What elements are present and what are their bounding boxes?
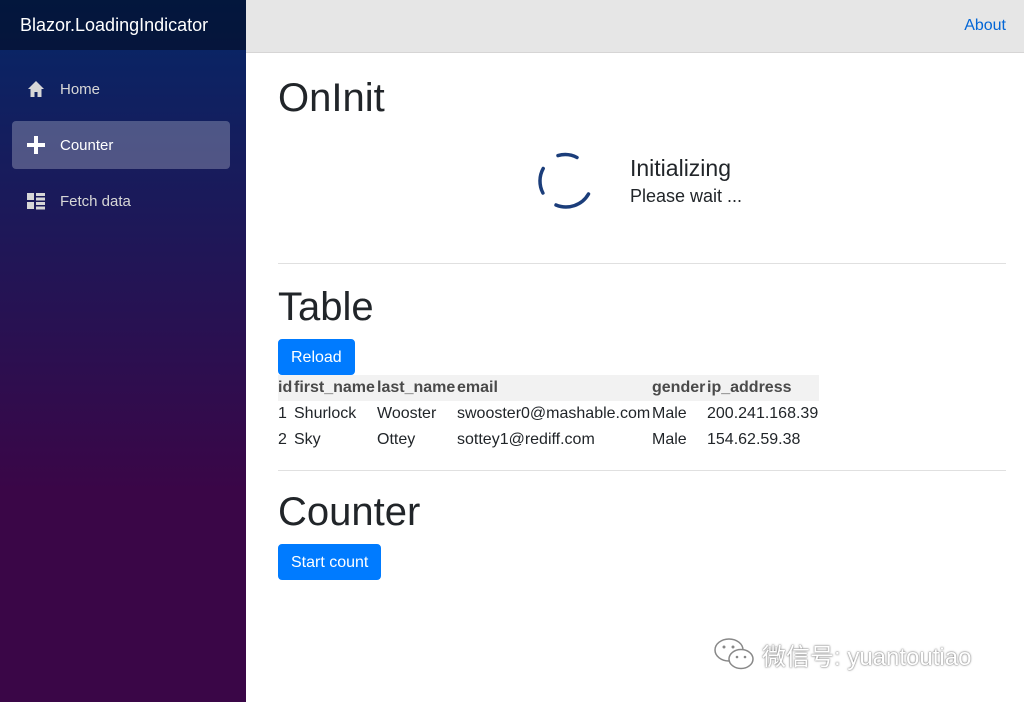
table-cell: sottey1@rediff.com xyxy=(457,431,595,448)
table-cell: 154.62.59.38 xyxy=(707,431,801,448)
data-table: id first_name last_name email gender ip_… xyxy=(278,375,819,453)
loading-indicator: Initializing Please wait ... xyxy=(278,122,1006,240)
column-header: gender xyxy=(652,375,707,401)
sidebar-item-fetch-data[interactable]: Fetch data xyxy=(12,177,230,225)
table-cell: Male xyxy=(652,405,687,422)
table-cell: 2 xyxy=(278,431,287,448)
table-cell: Shurlock xyxy=(294,405,357,422)
wechat-icon xyxy=(714,638,754,670)
list-icon xyxy=(26,191,46,211)
loading-subtitle: Please wait ... xyxy=(630,186,743,206)
top-bar: About xyxy=(246,0,1024,53)
sidebar-item-counter[interactable]: Counter xyxy=(12,121,230,169)
watermark-text: 微信号: yuantoutiao xyxy=(762,643,972,671)
brand-title[interactable]: Blazor.LoadingIndicator xyxy=(20,15,208,36)
sidebar-item-label: Home xyxy=(60,80,101,98)
table-cell: 1 xyxy=(278,405,287,422)
loading-text: Initializing Please wait ... xyxy=(630,153,742,209)
plus-icon xyxy=(26,135,46,155)
sidebar-item-label: Counter xyxy=(60,136,114,154)
column-header: ip_address xyxy=(707,375,819,401)
table-heading: Table xyxy=(278,285,374,329)
loading-title: Initializing xyxy=(630,155,731,181)
column-header: last_name xyxy=(377,375,457,401)
sidebar: Blazor.LoadingIndicator Home Counter Fet… xyxy=(0,0,246,702)
spinner-icon xyxy=(538,152,591,209)
table-row: 1 Shurlock Wooster swooster0@mashable.co… xyxy=(278,401,819,427)
table-cell: Male xyxy=(652,431,687,448)
table-cell: swooster0@mashable.com xyxy=(457,405,651,422)
table-header-row: id first_name last_name email gender ip_… xyxy=(278,375,819,401)
column-header: id xyxy=(278,375,294,401)
sidebar-item-home[interactable]: Home xyxy=(12,65,230,113)
watermark: 微信号: yuantoutiao xyxy=(712,636,971,672)
table-cell: Ottey xyxy=(377,431,416,448)
main-content: OnInit Initializing Please wait ... Tabl… xyxy=(278,53,1006,580)
table-cell: Wooster xyxy=(377,405,437,422)
nav-menu: Home Counter Fetch data xyxy=(0,50,246,225)
oninit-heading: OnInit xyxy=(278,76,385,120)
table-row: 2 Sky Ottey sottey1@rediff.com Male 154.… xyxy=(278,427,819,453)
brand-bar: Blazor.LoadingIndicator xyxy=(0,0,246,50)
divider xyxy=(278,263,1006,264)
table-cell: Sky xyxy=(294,431,321,448)
divider xyxy=(278,470,1006,471)
about-link[interactable]: About xyxy=(964,17,1006,35)
home-icon xyxy=(26,79,46,99)
counter-heading: Counter xyxy=(278,490,421,534)
column-header: email xyxy=(457,375,652,401)
start-count-button[interactable]: Start count xyxy=(278,544,382,580)
table-cell: 200.241.168.39 xyxy=(707,405,819,422)
sidebar-item-label: Fetch data xyxy=(60,192,131,210)
reload-button[interactable]: Reload xyxy=(278,339,355,375)
column-header: first_name xyxy=(294,375,377,401)
